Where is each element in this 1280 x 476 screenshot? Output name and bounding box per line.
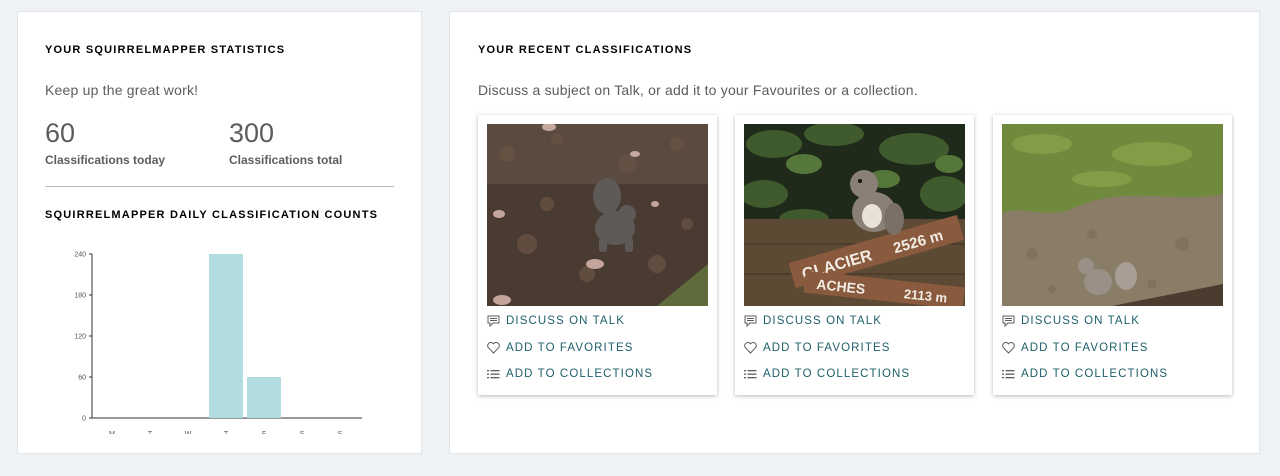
speech-bubble-icon — [744, 315, 757, 327]
today-count: 60 — [45, 118, 76, 148]
add-to-favorites-link[interactable]: ADD TO FAVORITES — [487, 342, 634, 354]
daily-counts-heading: SQUIRRELMAPPER DAILY CLASSIFICATION COUN… — [45, 209, 379, 221]
x-tick-label: S — [300, 431, 305, 434]
heart-icon — [487, 342, 500, 354]
favorite-label: ADD TO FAVORITES — [506, 342, 634, 354]
recent-heading: YOUR RECENT CLASSIFICATIONS — [478, 44, 693, 56]
speech-bubble-icon — [487, 315, 500, 327]
total-count: 300 — [229, 118, 275, 148]
x-tick-label: T — [148, 431, 153, 434]
list-icon — [744, 368, 757, 380]
y-tick-label: 240 — [74, 252, 86, 259]
add-to-collections-link[interactable]: ADD TO COLLECTIONS — [487, 368, 653, 380]
heart-icon — [1002, 342, 1015, 354]
y-tick-label: 60 — [78, 375, 86, 382]
classification-card: GLACIER 2526 m ACHES 2113 m DISCUSS ON T… — [735, 115, 974, 395]
discuss-on-talk-link[interactable]: DISCUSS ON TALK — [487, 315, 625, 327]
discuss-label: DISCUSS ON TALK — [506, 315, 625, 327]
statistics-heading: YOUR SQUIRRELMAPPER STATISTICS — [45, 44, 286, 56]
bar-4 — [247, 377, 281, 418]
subject-image-2[interactable]: GLACIER 2526 m ACHES 2113 m — [744, 124, 965, 306]
bar-3 — [209, 254, 243, 418]
speech-bubble-icon — [1002, 315, 1015, 327]
x-tick-label: M — [109, 431, 115, 434]
heart-icon — [744, 342, 757, 354]
today-label: Classifications today — [45, 153, 166, 167]
collect-label: ADD TO COLLECTIONS — [506, 368, 654, 380]
discuss-label: DISCUSS ON TALK — [1021, 315, 1140, 327]
favorite-label: ADD TO FAVORITES — [763, 342, 891, 354]
statistics-panel: YOUR SQUIRRELMAPPER STATISTICS Keep up t… — [17, 11, 422, 454]
add-to-favorites-link[interactable]: ADD TO FAVORITES — [1002, 342, 1149, 354]
recent-subtitle: Discuss a subject on Talk, or add it to … — [478, 82, 918, 98]
collect-label: ADD TO COLLECTIONS — [763, 368, 911, 380]
add-to-favorites-link[interactable]: ADD TO FAVORITES — [744, 342, 891, 354]
x-tick-label: W — [185, 431, 192, 434]
daily-counts-chart: 0 60 120 180 240 M T W T F S S — [74, 252, 362, 434]
recent-classifications-panel: YOUR RECENT CLASSIFICATIONS Discuss a su… — [449, 11, 1260, 454]
stats-divider — [45, 186, 394, 187]
discuss-on-talk-link[interactable]: DISCUSS ON TALK — [744, 315, 882, 327]
subject-image-3[interactable] — [1002, 124, 1223, 306]
discuss-label: DISCUSS ON TALK — [763, 315, 882, 327]
list-icon — [487, 368, 500, 380]
x-tick-label: F — [262, 431, 266, 434]
list-icon — [1002, 368, 1015, 380]
classification-card: DISCUSS ON TALK ADD TO FAVORITES ADD TO … — [478, 115, 717, 395]
y-tick-label: 180 — [74, 293, 86, 300]
add-to-collections-link[interactable]: ADD TO COLLECTIONS — [744, 368, 910, 380]
add-to-collections-link[interactable]: ADD TO COLLECTIONS — [1002, 368, 1168, 380]
subject-image-1[interactable] — [487, 124, 708, 306]
discuss-on-talk-link[interactable]: DISCUSS ON TALK — [1002, 315, 1140, 327]
statistics-subtitle: Keep up the great work! — [45, 82, 199, 98]
x-tick-label: T — [224, 431, 229, 434]
x-tick-label: S — [338, 431, 343, 434]
favorite-label: ADD TO FAVORITES — [1021, 342, 1149, 354]
y-tick-label: 120 — [74, 334, 86, 341]
collect-label: ADD TO COLLECTIONS — [1021, 368, 1169, 380]
total-label: Classifications total — [229, 153, 343, 167]
classification-card: DISCUSS ON TALK ADD TO FAVORITES ADD TO … — [993, 115, 1232, 395]
y-tick-label: 0 — [82, 416, 86, 423]
